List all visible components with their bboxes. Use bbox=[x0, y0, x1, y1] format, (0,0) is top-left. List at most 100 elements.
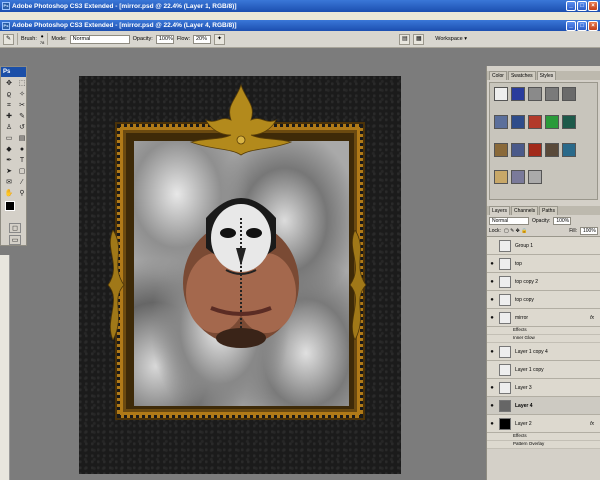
layer-row[interactable]: ● top bbox=[487, 255, 600, 273]
style-swatch[interactable] bbox=[511, 87, 525, 101]
layer-row[interactable]: ● Layer 2 fx bbox=[487, 415, 600, 433]
eye-icon[interactable]: ● bbox=[487, 421, 497, 427]
style-swatch[interactable] bbox=[528, 142, 542, 157]
layer-row[interactable]: ● top copy bbox=[487, 291, 600, 309]
history-brush-tool-icon[interactable]: ↺ bbox=[16, 123, 28, 133]
style-swatch[interactable] bbox=[494, 142, 508, 157]
healing-brush-tool-icon[interactable]: ✚ bbox=[3, 112, 15, 122]
magic-wand-tool-icon[interactable]: ✧ bbox=[16, 90, 28, 100]
style-swatch[interactable] bbox=[528, 87, 542, 101]
lasso-tool-icon[interactable]: ϱ bbox=[3, 90, 15, 100]
layer-fill-field[interactable]: 100% bbox=[580, 227, 598, 235]
tab-styles[interactable]: Styles bbox=[536, 71, 557, 80]
minimize-button[interactable]: _ bbox=[566, 1, 576, 11]
effect-name: Inner Glow bbox=[513, 335, 535, 340]
style-swatch[interactable] bbox=[511, 170, 525, 185]
brush-tool-preset-icon[interactable]: ✎ bbox=[3, 33, 14, 45]
layer-row[interactable]: ● mirror fx bbox=[487, 309, 600, 327]
tab-color[interactable]: Color bbox=[489, 71, 507, 80]
layer-row[interactable]: ● top copy 2 bbox=[487, 273, 600, 291]
style-swatch[interactable] bbox=[528, 114, 542, 129]
clone-stamp-tool-icon[interactable]: ♙ bbox=[3, 123, 15, 133]
tab-swatches[interactable]: Swatches bbox=[507, 71, 536, 80]
tab-channels[interactable]: Channels bbox=[511, 206, 539, 215]
close-button[interactable]: × bbox=[588, 1, 598, 11]
eyedropper-tool-icon[interactable]: ⁄ bbox=[16, 178, 28, 188]
brush-picker[interactable]: • 78 bbox=[39, 32, 45, 45]
opacity-value: 100% bbox=[158, 35, 173, 42]
gradient-tool-icon[interactable]: ▤ bbox=[16, 134, 28, 144]
document-title: Adobe Photoshop CS3 Extended - [mirror.p… bbox=[12, 22, 237, 29]
opacity-field[interactable]: 100% bbox=[155, 34, 174, 44]
style-swatch[interactable] bbox=[494, 114, 508, 129]
style-swatch[interactable] bbox=[528, 170, 542, 185]
style-swatch[interactable] bbox=[562, 87, 576, 101]
layer-row-selected[interactable]: ● Layer 4 bbox=[487, 397, 600, 415]
layer-effect-row[interactable]: Inner Glow bbox=[487, 335, 600, 343]
workspace-menu[interactable]: Workspace ▾ bbox=[435, 36, 467, 42]
layer-thumbnail bbox=[499, 311, 511, 324]
layer-effects-row[interactable]: Effects bbox=[487, 327, 600, 335]
layer-blend-mode-select[interactable]: Normal bbox=[489, 216, 529, 225]
brush-tool-icon[interactable]: ✎ bbox=[16, 112, 28, 122]
blur-tool-icon[interactable]: ◆ bbox=[3, 145, 15, 155]
layer-row[interactable]: ● Layer 1 copy 4 bbox=[487, 343, 600, 361]
marquee-tool-icon[interactable]: ⬚ bbox=[16, 79, 28, 89]
zoom-tool-icon[interactable]: ⚲ bbox=[16, 189, 28, 199]
foreground-color-swatch[interactable] bbox=[5, 201, 15, 211]
crop-tool-icon[interactable]: ⌗ bbox=[3, 101, 15, 111]
layer-opacity-field[interactable]: 100% bbox=[553, 216, 572, 225]
pen-tool-icon[interactable]: ✒ bbox=[3, 156, 15, 166]
shape-tool-icon[interactable]: ▢ bbox=[16, 167, 28, 177]
layer-row[interactable]: ● Layer 3 bbox=[487, 379, 600, 397]
doc-restore-button[interactable]: □ bbox=[577, 21, 587, 31]
lock-icons[interactable]: ▢ ✎ ✥ 🔒 bbox=[504, 228, 528, 234]
tab-paths[interactable]: Paths bbox=[539, 206, 558, 215]
notes-tool-icon[interactable]: ✉ bbox=[3, 178, 15, 188]
palette-well-icon[interactable]: ▤ bbox=[399, 33, 411, 45]
mode-select[interactable]: Normal bbox=[69, 34, 130, 44]
eye-icon[interactable]: ● bbox=[487, 315, 497, 321]
doc-close-button[interactable]: × bbox=[588, 21, 598, 31]
fx-icon[interactable]: fx bbox=[590, 315, 594, 321]
maximize-button[interactable]: □ bbox=[577, 1, 587, 11]
style-swatch[interactable] bbox=[545, 87, 559, 101]
fx-icon[interactable]: fx bbox=[590, 421, 594, 427]
eraser-tool-icon[interactable]: ▭ bbox=[3, 134, 15, 144]
style-swatch[interactable] bbox=[562, 114, 576, 129]
left-leaf-ornament bbox=[107, 230, 125, 340]
dodge-tool-icon[interactable]: ● bbox=[16, 145, 28, 155]
layer-row[interactable]: Layer 1 copy bbox=[487, 361, 600, 379]
path-selection-tool-icon[interactable]: ➤ bbox=[3, 167, 15, 177]
eye-icon[interactable]: ● bbox=[487, 297, 497, 303]
flow-value: 20% bbox=[195, 35, 207, 42]
style-swatch[interactable] bbox=[511, 142, 525, 157]
screen-mode-icon[interactable]: ▭ bbox=[9, 235, 21, 245]
style-swatch[interactable] bbox=[494, 170, 508, 185]
layers-list: Group 1 ● top ● top copy 2 ● top copy ● mirr… bbox=[487, 236, 600, 449]
slice-tool-icon[interactable]: ✂ bbox=[16, 101, 28, 111]
layer-effect-row[interactable]: Pattern Overlay bbox=[487, 441, 600, 449]
style-swatch[interactable] bbox=[511, 114, 525, 129]
eye-icon[interactable]: ● bbox=[487, 349, 497, 355]
airbrush-icon[interactable]: ✦ bbox=[213, 33, 225, 45]
hand-tool-icon[interactable]: ✋ bbox=[3, 189, 15, 199]
layer-row[interactable]: Group 1 bbox=[487, 237, 600, 255]
layer-effects-row[interactable]: Effects bbox=[487, 433, 600, 441]
doc-minimize-button[interactable]: _ bbox=[566, 21, 576, 31]
eye-icon[interactable]: ● bbox=[487, 385, 497, 391]
style-swatch[interactable] bbox=[545, 114, 559, 129]
flow-field[interactable]: 20% bbox=[192, 34, 211, 44]
style-swatch[interactable] bbox=[562, 142, 576, 157]
eye-icon[interactable]: ● bbox=[487, 261, 497, 267]
switch-palettes-icon[interactable]: ▦ bbox=[413, 33, 425, 45]
quick-mask-icon[interactable]: ◻ bbox=[9, 223, 21, 233]
move-tool-icon[interactable]: ✥ bbox=[3, 79, 15, 89]
eye-icon[interactable]: ● bbox=[487, 403, 497, 409]
style-swatch[interactable] bbox=[494, 87, 508, 101]
type-tool-icon[interactable]: T bbox=[16, 156, 28, 166]
eye-icon[interactable]: ● bbox=[487, 279, 497, 285]
style-swatch[interactable] bbox=[545, 142, 559, 157]
brush-size: 78 bbox=[39, 39, 45, 45]
tab-layers[interactable]: Layers bbox=[489, 206, 511, 215]
